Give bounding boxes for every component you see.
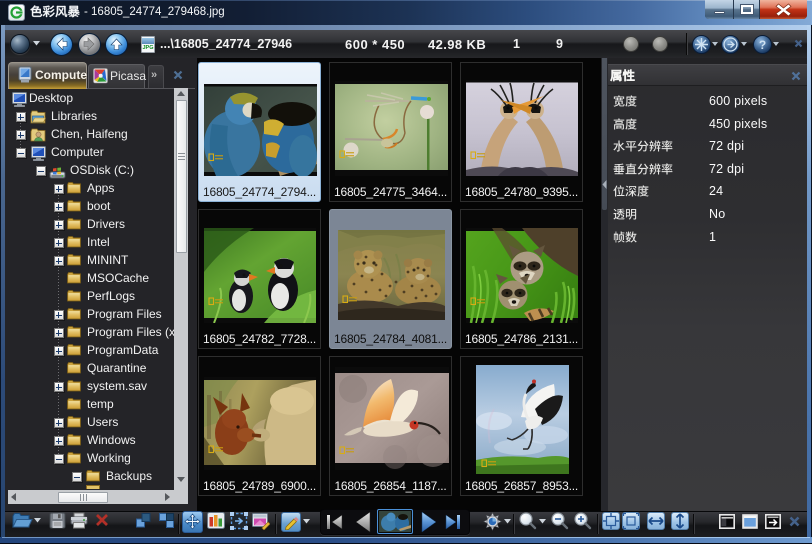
svg-text:?: ?: [758, 38, 765, 52]
